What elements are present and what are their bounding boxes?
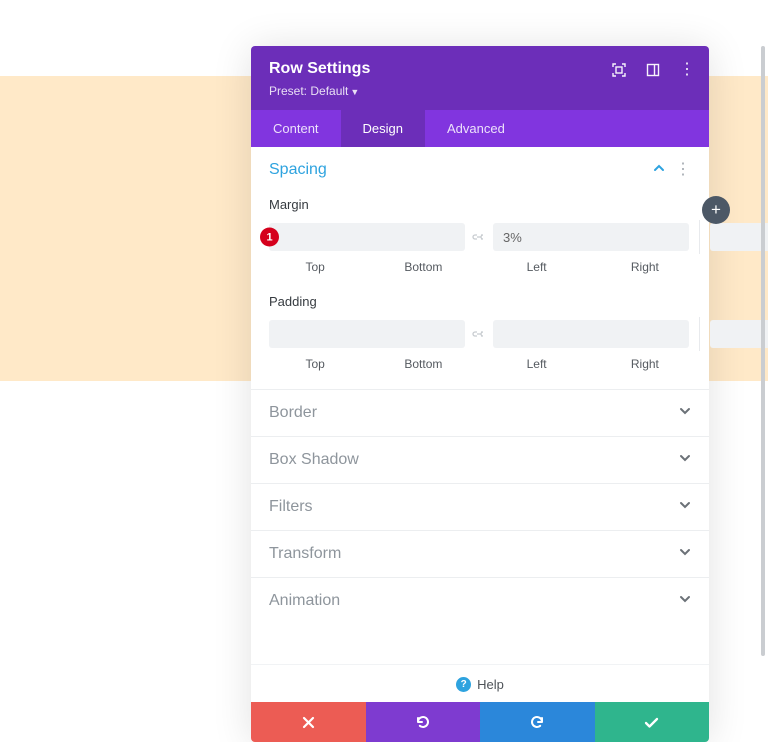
padding-top-input[interactable]: [269, 320, 465, 348]
expand-icon[interactable]: [611, 62, 627, 78]
kebab-menu-icon[interactable]: ⋮: [679, 62, 695, 78]
padding-inputs: [269, 317, 691, 351]
section-animation: Animation: [251, 577, 709, 624]
padding-left-input[interactable]: [710, 320, 768, 348]
section-transform: Transform: [251, 530, 709, 577]
section-box-shadow-header[interactable]: Box Shadow: [251, 437, 709, 483]
margin-inputs: 1: [269, 220, 691, 254]
redo-button[interactable]: [480, 702, 595, 742]
label-bottom: Bottom: [377, 260, 469, 274]
tab-design[interactable]: Design: [341, 110, 425, 147]
label-bottom: Bottom: [377, 357, 469, 371]
help-icon: ?: [456, 677, 471, 692]
spacing-content: Margin 1: [251, 197, 709, 389]
link-icon[interactable]: [471, 232, 487, 242]
section-transform-header[interactable]: Transform: [251, 531, 709, 577]
confirm-button[interactable]: [595, 702, 710, 742]
tab-content[interactable]: Content: [251, 110, 341, 147]
undo-button[interactable]: [366, 702, 481, 742]
modal-footer: [251, 702, 709, 742]
modal-header: Row Settings Preset: Default▼ ⋮: [251, 46, 709, 110]
margin-left-input[interactable]: [710, 223, 768, 251]
label-top: Top: [269, 357, 361, 371]
section-filters: Filters: [251, 483, 709, 530]
padding-bottom-input[interactable]: [493, 320, 689, 348]
help-link[interactable]: ? Help: [251, 664, 709, 702]
padding-group: Padding: [269, 294, 691, 371]
chevron-down-icon: [679, 451, 691, 469]
scrollbar[interactable]: [761, 46, 765, 656]
panel-icon[interactable]: [645, 62, 661, 78]
margin-bottom-input[interactable]: [493, 223, 689, 251]
panel-body: Spacing ⋮ Margin 1: [251, 147, 709, 702]
tabs: Content Design Advanced: [251, 110, 709, 147]
section-box-shadow: Box Shadow: [251, 436, 709, 483]
add-button[interactable]: +: [702, 196, 730, 224]
label-right: Right: [599, 357, 691, 371]
section-filters-header[interactable]: Filters: [251, 484, 709, 530]
chevron-down-icon: [679, 592, 691, 610]
tab-advanced[interactable]: Advanced: [425, 110, 527, 147]
chevron-down-icon: [679, 498, 691, 516]
link-icon[interactable]: [471, 329, 487, 339]
preset-selector[interactable]: Preset: Default▼: [269, 82, 691, 100]
section-options-icon[interactable]: ⋮: [675, 165, 691, 175]
section-spacing-header[interactable]: Spacing ⋮: [251, 147, 709, 193]
section-border-header[interactable]: Border: [251, 390, 709, 436]
label-right: Right: [599, 260, 691, 274]
divider: [699, 220, 700, 254]
chevron-down-icon: [679, 545, 691, 563]
margin-label: Margin: [269, 197, 691, 212]
chevron-up-icon: [653, 161, 665, 179]
header-actions: ⋮: [611, 62, 695, 78]
annotation-marker-1: 1: [260, 228, 279, 247]
row-settings-modal: Row Settings Preset: Default▼ ⋮ Content …: [251, 46, 709, 742]
label-left: Left: [491, 260, 583, 274]
label-left: Left: [491, 357, 583, 371]
divider: [699, 317, 700, 351]
margin-group: Margin 1: [269, 197, 691, 274]
caret-down-icon: ▼: [350, 87, 359, 97]
section-animation-header[interactable]: Animation: [251, 578, 709, 624]
chevron-down-icon: [679, 404, 691, 422]
label-top: Top: [269, 260, 361, 274]
margin-top-input[interactable]: [269, 223, 465, 251]
section-border: Border: [251, 389, 709, 436]
cancel-button[interactable]: [251, 702, 366, 742]
section-spacing: Spacing ⋮ Margin 1: [251, 147, 709, 389]
padding-label: Padding: [269, 294, 691, 309]
